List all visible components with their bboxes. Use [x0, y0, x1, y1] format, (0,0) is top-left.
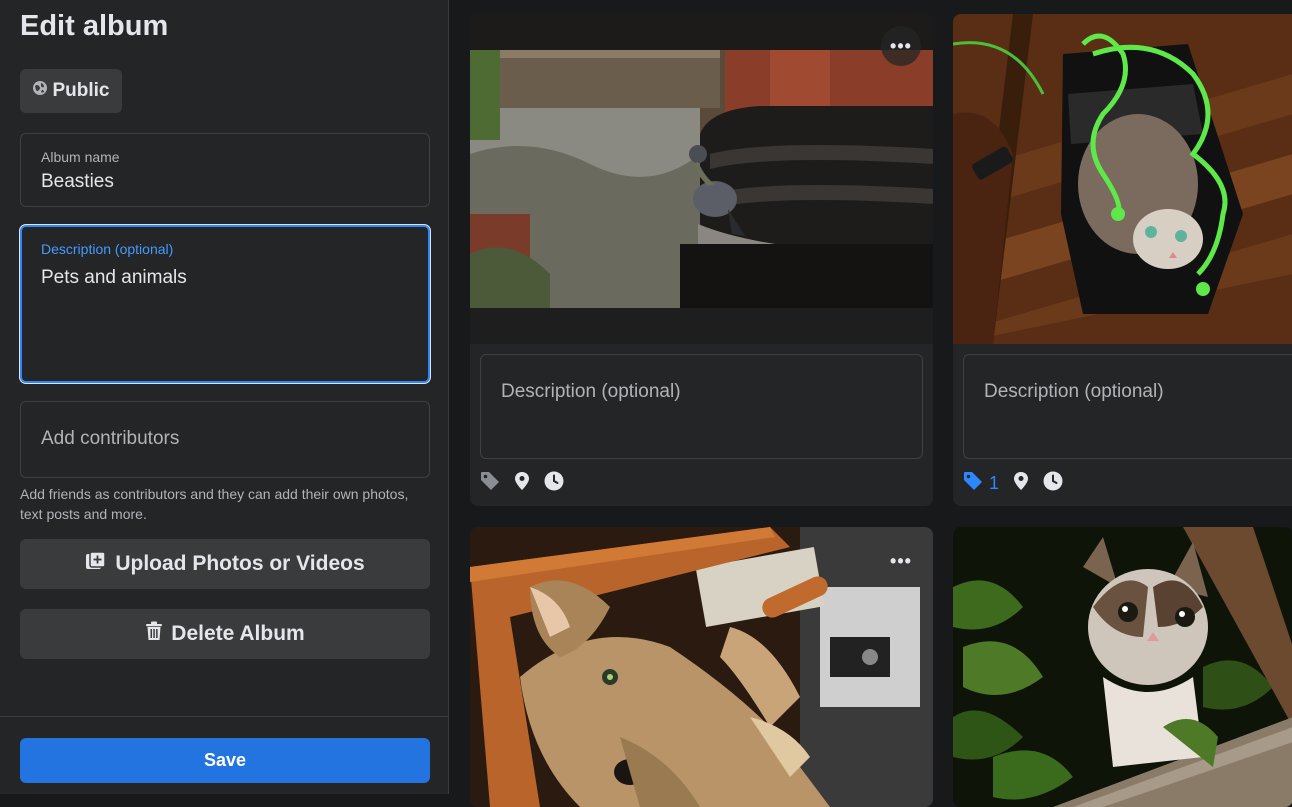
photo-description-placeholder: Description (optional): [501, 381, 681, 402]
trash-icon: [145, 621, 163, 647]
tag-icon: [963, 471, 983, 496]
privacy-button[interactable]: Public: [20, 69, 122, 113]
page-title: Edit album: [20, 10, 169, 42]
photo-kitten-in-bag[interactable]: [953, 14, 1292, 344]
save-button[interactable]: Save: [20, 738, 430, 783]
delete-album-button[interactable]: Delete Album: [20, 609, 430, 659]
album-name-field[interactable]: Album name Beasties: [20, 133, 430, 207]
album-name-value[interactable]: Beasties: [41, 171, 114, 193]
photo-description-field[interactable]: Description (optional): [480, 354, 923, 459]
photo-kitten-in-leaves[interactable]: [953, 527, 1292, 807]
location-button[interactable]: [1013, 471, 1029, 496]
tag-button[interactable]: [480, 471, 500, 496]
photo-more-options-button[interactable]: •••: [881, 541, 921, 581]
photo-card: Description (optional) 1: [953, 14, 1292, 506]
location-pin-icon: [514, 471, 530, 496]
album-description-field[interactable]: Description (optional) Pets and animals: [20, 225, 430, 383]
time-button[interactable]: [544, 471, 564, 496]
photo-description-placeholder: Description (optional): [984, 381, 1164, 402]
photo-card: [953, 527, 1292, 807]
photo-pigeon[interactable]: •••: [470, 14, 933, 344]
time-button[interactable]: [1043, 471, 1063, 496]
tag-icon: [480, 471, 500, 496]
location-pin-icon: [1013, 471, 1029, 496]
photo-dog[interactable]: •••: [470, 527, 933, 807]
photo-more-options-button[interactable]: •••: [881, 26, 921, 66]
album-name-label: Album name: [41, 149, 120, 165]
add-photo-icon: [85, 551, 107, 577]
album-description-label: Description (optional): [41, 241, 174, 257]
contributors-helper-text: Add friends as contributors and they can…: [20, 486, 409, 522]
delete-label: Delete Album: [171, 622, 305, 645]
upload-photos-button[interactable]: Upload Photos or Videos: [20, 539, 430, 589]
privacy-label: Public: [52, 80, 110, 101]
add-contributors-field[interactable]: Add contributors: [20, 401, 430, 478]
album-description-value[interactable]: Pets and animals: [41, 267, 187, 289]
tag-button[interactable]: 1: [963, 471, 999, 496]
edit-album-sidebar: Edit album Public Album name Beasties De…: [0, 0, 449, 794]
clock-icon: [544, 471, 564, 496]
add-contributors-placeholder: Add contributors: [41, 428, 180, 449]
tag-count: 1: [989, 472, 1000, 493]
photo-description-field[interactable]: Description (optional): [963, 354, 1292, 459]
photo-actions: 1: [963, 471, 1063, 496]
location-button[interactable]: [514, 471, 530, 496]
photo-card: ••• Description (optional): [470, 14, 933, 506]
clock-icon: [1043, 471, 1063, 496]
upload-label: Upload Photos or Videos: [115, 552, 365, 575]
more-options-icon: •••: [890, 35, 912, 56]
globe-icon: [32, 80, 48, 102]
photo-actions: [480, 471, 564, 496]
more-options-icon: •••: [890, 550, 912, 571]
photo-card: •••: [470, 527, 933, 807]
sidebar-footer: Save: [0, 716, 449, 794]
